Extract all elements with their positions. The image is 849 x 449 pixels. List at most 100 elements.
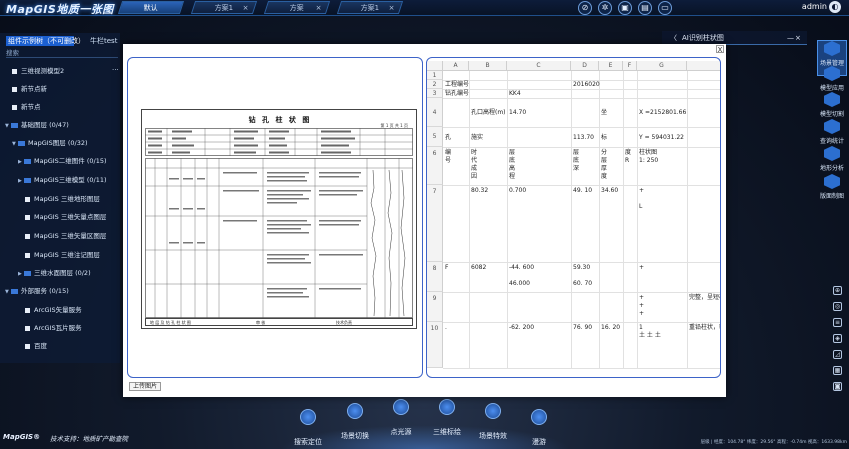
top-tab-plan[interactable]: 方案 ×	[263, 1, 331, 15]
sheet-cell[interactable]: 度 R	[625, 149, 631, 165]
list-icon[interactable]: ≡	[833, 318, 842, 327]
sheet-cell[interactable]: .	[445, 324, 447, 332]
sheet-cell[interactable]: 16. 20	[601, 324, 620, 332]
tree-item[interactable]: ArcGIS矢量服务	[25, 305, 82, 315]
column-header[interactable]: F	[623, 61, 637, 71]
sheet-cell-overflow[interactable]: 完整，呈短柱	[689, 294, 720, 302]
tree-item[interactable]: MapGIS 三维矢量区图层	[25, 231, 106, 241]
column-header[interactable]: E	[599, 61, 623, 71]
sheet-cell[interactable]: -44. 600 46.000	[509, 264, 534, 288]
top-tab-plan1[interactable]: 方案1 ×	[190, 1, 258, 15]
avatar[interactable]: ◐	[829, 1, 841, 13]
nav-3d-plot[interactable]: 三维标绘	[427, 399, 467, 437]
sheet-cell[interactable]: 34.60	[601, 187, 618, 195]
sheet-cell-overflow[interactable]: 重铅柱状，较	[689, 324, 720, 332]
sheet-cell[interactable]: 柱状图 1: 250	[639, 149, 658, 165]
sheet-cell[interactable]: 坐	[601, 109, 607, 117]
nav-point-light[interactable]: 点光源	[381, 399, 421, 437]
measure-icon[interactable]: ◿	[833, 350, 842, 359]
close-icon[interactable]: ×	[243, 2, 249, 15]
layers-icon[interactable]: ▣	[618, 1, 632, 15]
sheet-cell[interactable]: 层 底 深	[573, 149, 579, 173]
row-header[interactable]: 7	[427, 185, 443, 262]
sheet-cell[interactable]: 分 层 厚 度	[601, 149, 607, 181]
sheet-cell[interactable]: 76. 90	[573, 324, 592, 332]
more-icon[interactable]: ···	[112, 66, 119, 74]
sheet-cell[interactable]: 孔口高程(m)	[471, 109, 506, 117]
tree-item[interactable]: ▶ 三维水面图层 (0/2)	[18, 268, 91, 278]
tree-item[interactable]: 百度	[25, 341, 47, 351]
sheet-cell[interactable]: F	[445, 264, 448, 272]
sidebar-item-layout[interactable]: 版面制图	[817, 174, 847, 210]
sheet-cell[interactable]: 编 号	[445, 149, 451, 165]
close-icon[interactable]: ×	[795, 31, 801, 45]
close-icon[interactable]: ×	[389, 2, 395, 15]
sheet-cell[interactable]: 施实	[471, 134, 483, 142]
settings-icon[interactable]: ✲	[598, 1, 612, 15]
row-header[interactable]: 2	[427, 80, 443, 89]
user-name[interactable]: admin	[802, 2, 827, 11]
top-tab-plan1-b[interactable]: 方案1 ×	[336, 1, 404, 15]
tree-item[interactable]: 三维视测模型2	[12, 66, 64, 76]
sheet-cell[interactable]: 工程编号	[445, 81, 469, 89]
layer-stack-icon[interactable]: ◈	[833, 334, 842, 343]
tree-item[interactable]: MapGIS 三维注记图层	[25, 250, 100, 260]
column-header[interactable]: B	[469, 61, 507, 71]
save-icon[interactable]: ▭	[658, 1, 672, 15]
sheet-cell[interactable]: 113.70	[573, 134, 594, 142]
row-header[interactable]: 9	[427, 292, 443, 322]
sheet-cell[interactable]: X =2152801.66	[639, 109, 686, 117]
chevron-left-icon[interactable]: 〈	[670, 31, 677, 45]
sheet-cell[interactable]: 14.70	[509, 109, 526, 117]
sheet-cell[interactable]: 2016020	[573, 81, 600, 89]
sheet-cell[interactable]: 时 代 成 因	[471, 149, 477, 181]
sheet-cell[interactable]: +	[639, 264, 644, 272]
row-header[interactable]: 4	[427, 98, 443, 127]
column-header[interactable]: G	[637, 61, 687, 71]
sheet-cell[interactable]: -62. 200	[509, 324, 534, 332]
compass-icon[interactable]: ⊘	[578, 1, 592, 15]
tree-item[interactable]: ▶ MapGIS三维模型 (0/11)	[18, 175, 107, 185]
sheet-cell[interactable]: 1 土 土 土	[639, 324, 661, 340]
tree-item[interactable]: ▼ 外部服务 (0/15)	[5, 286, 69, 296]
nav-search-locate[interactable]: 搜索定位	[288, 409, 328, 447]
column-header[interactable]: A	[443, 61, 469, 71]
tree-item[interactable]: ArcGIS瓦片服务	[25, 323, 82, 333]
globe-icon[interactable]: ◎	[833, 302, 842, 311]
tree-item[interactable]: 新节点新	[12, 84, 47, 94]
row-header[interactable]: 8	[427, 262, 443, 292]
row-header[interactable]: 1	[427, 71, 443, 80]
sheet-cell[interactable]: 49. 10	[573, 187, 592, 195]
table-icon[interactable]: ▦	[833, 366, 842, 375]
sheet-cell[interactable]: + L	[639, 187, 644, 211]
sheet-cell[interactable]: KK4	[509, 90, 521, 98]
close-icon[interactable]: ×	[316, 2, 322, 15]
nav-scene-effects[interactable]: 场景特效	[473, 403, 513, 441]
row-header[interactable]: 5	[427, 127, 443, 147]
sheet-cell[interactable]: Y = 594031.22	[639, 134, 684, 142]
locate-icon[interactable]: ⊕	[833, 286, 842, 295]
sheet-cell[interactable]: 钻孔编号	[445, 90, 469, 98]
tree-item[interactable]: ▼ MapGIS图层 (0/32)	[12, 138, 88, 148]
tree-item[interactable]: 新节点	[12, 102, 41, 112]
sheet-cell[interactable]: 80.32	[471, 187, 488, 195]
upload-image-button[interactable]: 上传图片	[129, 382, 162, 391]
tab-test[interactable]: 牛栏test	[90, 36, 117, 46]
modal-close-button[interactable]: X	[716, 45, 724, 54]
tree-item[interactable]: ▶ MapGIS二维图件 (0/15)	[18, 156, 107, 166]
column-header[interactable]: C	[507, 61, 571, 71]
layer-search-input[interactable]: 搜索	[6, 49, 118, 58]
sheet-cell[interactable]: 孔	[445, 134, 451, 142]
tree-item[interactable]: MapGIS 三维矢量点图层	[25, 212, 106, 222]
print-icon[interactable]: ▤	[638, 1, 652, 15]
nav-roam[interactable]: 漫游	[519, 409, 559, 447]
sheet-cell[interactable]: 6082	[471, 264, 486, 272]
tab-component-tree[interactable]: 组件示例树（不可删改）	[6, 36, 85, 46]
nav-scene-switch[interactable]: 场景切换	[335, 403, 375, 441]
sheet-cell[interactable]: 0.700	[509, 187, 526, 195]
row-header[interactable]: 6	[427, 147, 443, 185]
sheet-cell[interactable]: 59.30 60. 70	[573, 264, 592, 288]
sheet-cell[interactable]: + + +	[639, 294, 644, 318]
tree-item[interactable]: ▼ 基础图层 (0/47)	[5, 120, 69, 130]
row-header[interactable]: 10	[427, 322, 443, 368]
